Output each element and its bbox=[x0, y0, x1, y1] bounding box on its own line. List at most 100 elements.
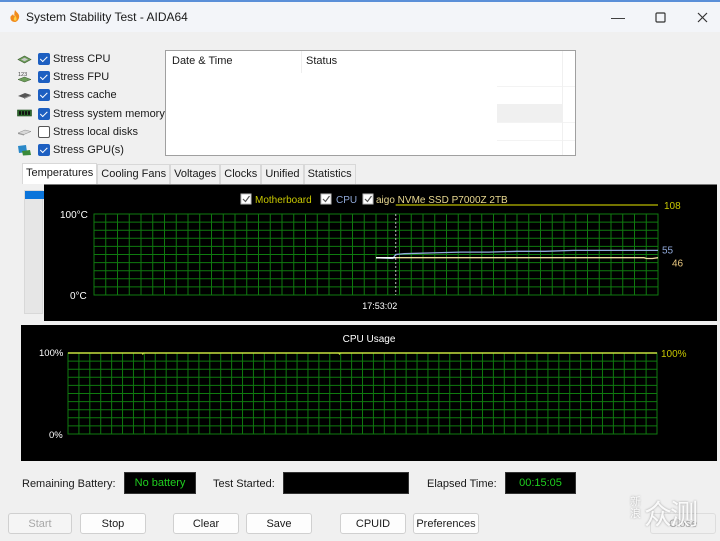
log-row-stripe bbox=[497, 104, 562, 122]
temperature-chart-panel: Motherboard CPU aigo NVMe SSD P7000Z 2TB… bbox=[44, 184, 717, 321]
title-bar: System Stability Test - AIDA64 — bbox=[0, 0, 720, 32]
stress-fpu-checkbox[interactable] bbox=[38, 71, 50, 84]
test-started-value bbox=[283, 472, 409, 494]
maximize-button[interactable] bbox=[638, 2, 682, 32]
cpu-y-axis-top-label: 100% bbox=[39, 348, 64, 359]
clear-button[interactable]: Clear bbox=[173, 513, 239, 534]
row-divider bbox=[497, 122, 575, 123]
stress-gpu-option[interactable]: Stress GPU(s) bbox=[16, 141, 166, 159]
stress-gpu-checkbox[interactable] bbox=[38, 144, 50, 157]
sensor-list-scrollbar[interactable] bbox=[24, 190, 44, 314]
legend-checkbox-ssd[interactable] bbox=[362, 193, 374, 205]
watermark-overlay: 新浪 众测 bbox=[630, 493, 698, 533]
cache-icon bbox=[16, 89, 33, 101]
watermark-small-text: 新浪 bbox=[630, 495, 641, 520]
disk-drive-icon bbox=[16, 126, 33, 138]
watermark-big-text: 众测 bbox=[644, 498, 698, 531]
stress-cache-label: Stress cache bbox=[53, 89, 117, 102]
column-header-status[interactable]: Status bbox=[306, 55, 337, 67]
minimize-icon: — bbox=[611, 9, 625, 25]
cpu-usage-series: 100% bbox=[68, 349, 687, 360]
temperature-series: 108 55 46 bbox=[375, 201, 684, 270]
column-header-date-time[interactable]: Date & Time bbox=[172, 55, 233, 67]
aida64-flame-icon bbox=[10, 10, 20, 22]
stress-memory-checkbox[interactable] bbox=[38, 107, 50, 120]
cpu-usage-chart: CPU Usage 100% 0% 100% bbox=[39, 334, 687, 441]
tab-unified[interactable]: Unified bbox=[261, 164, 304, 184]
elapsed-time-value: 00:15:05 bbox=[505, 472, 576, 494]
series-current-value-cpu-usage: 100% bbox=[661, 349, 687, 360]
sensor-tabs: Temperatures Cooling Fans Voltages Clock… bbox=[22, 163, 356, 184]
window-title: System Stability Test - AIDA64 bbox=[26, 10, 188, 24]
column-separator bbox=[301, 51, 302, 73]
log-table-header: Date & Time Status bbox=[166, 51, 575, 73]
test-started-label: Test Started: bbox=[213, 478, 275, 490]
temperature-grid bbox=[93, 213, 659, 296]
maximize-icon bbox=[654, 11, 666, 23]
tab-voltages[interactable]: Voltages bbox=[170, 164, 221, 184]
stress-disks-option[interactable]: Stress local disks bbox=[16, 123, 166, 141]
legend-checkbox-motherboard[interactable] bbox=[240, 193, 252, 205]
cpu-usage-title: CPU Usage bbox=[343, 334, 396, 345]
y-axis-top-label: 100°C bbox=[60, 210, 88, 221]
stress-fpu-label: Stress FPU bbox=[53, 71, 110, 84]
fpu-123-icon: 123 bbox=[16, 71, 33, 83]
cpu-usage-chart-panel: CPU Usage 100% 0% 100% bbox=[21, 325, 717, 461]
temperature-chart: Motherboard CPU aigo NVMe SSD P7000Z 2TB… bbox=[60, 193, 684, 311]
tab-cooling-fans[interactable]: Cooling Fans bbox=[97, 164, 171, 184]
stress-cache-checkbox[interactable] bbox=[38, 89, 50, 102]
stress-cpu-option[interactable]: Stress CPU bbox=[16, 50, 166, 68]
stress-fpu-option[interactable]: 123 Stress FPU bbox=[16, 68, 166, 86]
cpu-usage-grid bbox=[67, 352, 658, 435]
stress-gpu-label: Stress GPU(s) bbox=[53, 144, 124, 157]
close-icon bbox=[697, 12, 707, 22]
scrollbar-thumb[interactable] bbox=[25, 191, 44, 199]
status-row: Remaining Battery: No battery Test Start… bbox=[0, 472, 720, 498]
stress-options-list: Stress CPU 123 Stress FPU Stress cache S… bbox=[16, 50, 166, 159]
stress-disks-label: Stress local disks bbox=[53, 125, 138, 138]
preferences-button[interactable]: Preferences bbox=[413, 513, 479, 534]
stress-cache-option[interactable]: Stress cache bbox=[16, 86, 166, 104]
stress-memory-label: Stress system memory bbox=[53, 107, 165, 120]
tab-clocks[interactable]: Clocks bbox=[220, 164, 262, 184]
log-table-scroll-edge bbox=[562, 51, 563, 155]
row-divider bbox=[497, 140, 575, 141]
legend-label-motherboard: Motherboard bbox=[255, 195, 312, 206]
svg-text:123: 123 bbox=[18, 72, 27, 78]
stress-disks-checkbox[interactable] bbox=[38, 125, 50, 138]
elapsed-time-label: Elapsed Time: bbox=[427, 478, 497, 490]
gpu-card-icon bbox=[16, 144, 33, 156]
aida64-stability-window: System Stability Test - AIDA64 — Stress … bbox=[0, 0, 720, 541]
y-axis-bottom-label: 0°C bbox=[70, 291, 87, 302]
legend-item-ssd[interactable]: aigo NVMe SSD P7000Z 2TB bbox=[362, 193, 508, 206]
cpu-y-axis-bottom-label: 0% bbox=[49, 430, 63, 441]
legend-checkbox-cpu[interactable] bbox=[320, 193, 332, 205]
temperature-legend: Motherboard CPU aigo NVMe SSD P7000Z 2TB bbox=[240, 193, 508, 206]
time-marker-label: 17:53:02 bbox=[362, 301, 397, 311]
legend-label-cpu: CPU bbox=[336, 195, 357, 206]
save-button[interactable]: Save bbox=[246, 513, 312, 534]
series-current-value-motherboard: 108 bbox=[664, 201, 681, 212]
status-log-table[interactable]: Date & Time Status bbox=[165, 50, 576, 156]
memory-module-icon bbox=[16, 108, 33, 120]
remaining-battery-value: No battery bbox=[124, 472, 196, 494]
tab-temperatures[interactable]: Temperatures bbox=[22, 163, 98, 184]
action-buttons: Start Stop Clear Save CPUID Preferences … bbox=[0, 513, 720, 535]
stress-cpu-label: Stress CPU bbox=[53, 53, 111, 66]
series-current-value-ssd: 46 bbox=[672, 259, 684, 270]
row-divider bbox=[497, 86, 575, 87]
minimize-button[interactable]: — bbox=[596, 2, 640, 32]
series-line-cpu-usage bbox=[68, 352, 657, 356]
stop-button[interactable]: Stop bbox=[80, 513, 146, 534]
close-window-button[interactable] bbox=[680, 2, 720, 32]
legend-item-cpu[interactable]: CPU bbox=[320, 193, 357, 206]
legend-item-motherboard[interactable]: Motherboard bbox=[240, 193, 312, 206]
stress-memory-option[interactable]: Stress system memory bbox=[16, 105, 166, 123]
stress-cpu-checkbox[interactable] bbox=[38, 53, 50, 66]
remaining-battery-label: Remaining Battery: bbox=[22, 478, 116, 490]
start-button[interactable]: Start bbox=[8, 513, 72, 534]
cpu-chip-icon bbox=[16, 53, 33, 65]
tab-statistics[interactable]: Statistics bbox=[303, 164, 356, 184]
series-current-value-cpu: 55 bbox=[662, 245, 674, 256]
cpuid-button[interactable]: CPUID bbox=[340, 513, 406, 534]
